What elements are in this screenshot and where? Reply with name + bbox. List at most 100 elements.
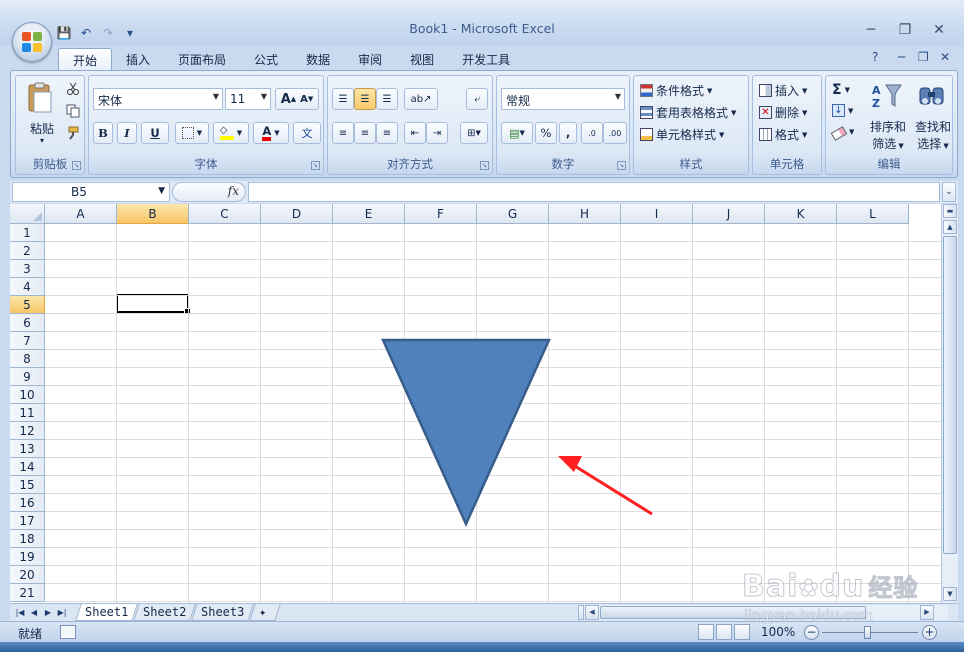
help-icon[interactable]: ? [872, 50, 878, 68]
tab-home[interactable]: 开始 [58, 48, 113, 70]
underline-button[interactable]: U [141, 122, 169, 144]
zoom-out-button[interactable]: − [804, 625, 819, 640]
insert-function-button[interactable]: fx [172, 182, 246, 202]
find-select-button[interactable]: 查找和 选择 ▼ [912, 118, 954, 152]
delete-cells-button[interactable]: ✕ 删除 ▼ [759, 104, 807, 121]
bold-button[interactable]: B [93, 122, 113, 144]
font-size-select[interactable]: 11 ▼ [225, 88, 271, 110]
paste-button[interactable]: 粘贴 [22, 120, 62, 137]
cell-styles-button[interactable]: 单元格样式 ▼ [640, 126, 724, 143]
borders-button[interactable]: ▼ [175, 122, 209, 144]
split-box-icon[interactable]: ▬ [943, 204, 957, 218]
last-sheet-icon[interactable]: ▶| [56, 606, 68, 619]
page-break-view-icon[interactable] [734, 624, 750, 640]
name-box-dropdown-icon[interactable]: ▼ [158, 186, 165, 196]
decrease-indent-button[interactable]: ⇤ [404, 122, 426, 144]
scroll-left-icon[interactable]: ◀ [585, 605, 599, 620]
tab-developer[interactable]: 开发工具 [448, 48, 524, 70]
redo-icon[interactable]: ↷ [100, 25, 116, 41]
tab-formulas[interactable]: 公式 [240, 48, 292, 70]
tab-review[interactable]: 审阅 [344, 48, 396, 70]
sheet-tab-3[interactable]: Sheet3 [191, 604, 255, 621]
name-box[interactable]: B5 ▼ [12, 182, 170, 202]
maximize-button[interactable]: ❐ [888, 18, 922, 42]
macro-record-icon[interactable] [60, 625, 76, 639]
autosum-button[interactable]: Σ ▼ [832, 82, 850, 98]
tab-data[interactable]: 数据 [292, 48, 344, 70]
fill-button[interactable]: ↓ ▼ [832, 104, 853, 117]
clear-button[interactable]: ▼ [830, 126, 854, 141]
format-cells-button[interactable]: 格式 ▼ [759, 126, 807, 143]
font-launcher-icon[interactable]: ↘ [311, 161, 320, 170]
phonetic-button[interactable]: 文 [293, 122, 321, 144]
orientation-button[interactable]: ab↗ [404, 88, 438, 110]
font-name-select[interactable]: 宋体 ▼ [93, 88, 223, 110]
horizontal-scrollbar[interactable]: ◀ ▶ [578, 605, 948, 620]
format-painter-icon[interactable] [66, 126, 80, 140]
tab-page-layout[interactable]: 页面布局 [164, 48, 240, 70]
zoom-in-button[interactable]: + [922, 625, 937, 640]
accounting-format-button[interactable]: ▤ ▼ [501, 122, 533, 144]
increase-indent-button[interactable]: ⇥ [426, 122, 448, 144]
expand-formula-bar-icon[interactable]: ⌄ [942, 182, 956, 202]
tab-insert[interactable]: 插入 [112, 48, 164, 70]
scroll-down-icon[interactable]: ▼ [943, 587, 957, 601]
customize-qat-icon[interactable]: ▾ [122, 25, 138, 41]
clipboard-launcher-icon[interactable]: ↘ [72, 161, 81, 170]
font-grow-shrink-button[interactable]: A ▲ A ▼ [275, 88, 319, 110]
vertical-scrollbar[interactable]: ▬ ▲ ▼ [941, 204, 958, 603]
hsplit-box-icon[interactable] [578, 605, 584, 620]
vertical-scroll-thumb[interactable] [943, 236, 957, 554]
copy-icon[interactable] [66, 104, 80, 118]
number-format-select[interactable]: 常规 ▼ [501, 88, 625, 110]
align-right-button[interactable]: ≡ [376, 122, 398, 144]
italic-button[interactable]: I [117, 122, 137, 144]
minimize-button[interactable]: ─ [854, 18, 888, 42]
align-center-button[interactable]: ≡ [354, 122, 376, 144]
tab-view[interactable]: 视图 [396, 48, 448, 70]
first-sheet-icon[interactable]: |◀ [14, 606, 26, 619]
paste-dropdown-icon[interactable]: ▾ [22, 136, 62, 145]
horizontal-scroll-thumb[interactable] [600, 606, 866, 619]
merge-center-button[interactable]: ⊞ ▼ [460, 122, 488, 144]
worksheet-grid[interactable]: A B C D E F G H I J K L 1 2 3 4 5 6 7 8 9 10 11 12 13 14 15 16 17 18 1… [10, 204, 941, 603]
cut-icon[interactable] [66, 82, 80, 96]
font-color-button[interactable]: A ▼ [253, 122, 289, 144]
undo-icon[interactable]: ↶ [78, 25, 94, 41]
page-layout-view-icon[interactable] [716, 624, 732, 640]
sheet-tab-2[interactable]: Sheet2 [133, 604, 197, 621]
zoom-level[interactable]: 100% [761, 625, 795, 639]
align-bottom-button[interactable]: ☰ [376, 88, 398, 110]
office-button[interactable] [12, 22, 52, 62]
percent-button[interactable]: % [535, 122, 557, 144]
number-launcher-icon[interactable]: ↘ [617, 161, 626, 170]
scroll-up-icon[interactable]: ▲ [943, 220, 957, 234]
align-left-button[interactable]: ≡ [332, 122, 354, 144]
increase-decimal-button[interactable]: .0 [581, 122, 603, 144]
format-as-table-button[interactable]: 套用表格格式 ▼ [640, 104, 736, 121]
wrap-text-button[interactable]: ⤶ [466, 88, 488, 110]
insert-sheet-tab[interactable]: ✦ [249, 604, 281, 621]
scroll-right-icon[interactable]: ▶ [920, 605, 934, 620]
align-top-button[interactable]: ☰ [332, 88, 354, 110]
insert-cells-button[interactable]: 插入 ▼ [759, 82, 807, 99]
sort-filter-button[interactable]: 排序和 筛选 ▼ [866, 118, 910, 152]
inverted-triangle-shape[interactable] [381, 338, 551, 528]
zoom-slider-thumb[interactable] [864, 626, 871, 639]
sheet-tab-1[interactable]: Sheet1 [75, 604, 139, 621]
alignment-launcher-icon[interactable]: ↘ [480, 161, 489, 170]
comma-button[interactable]: , [559, 122, 577, 144]
close-button[interactable]: ✕ [922, 18, 956, 42]
decrease-decimal-button[interactable]: .00 [603, 122, 627, 144]
save-icon[interactable]: 💾 [56, 25, 72, 41]
fill-color-button[interactable]: ◇ ▼ [213, 122, 249, 144]
workbook-close-icon[interactable]: ✕ [940, 50, 950, 68]
align-middle-button[interactable]: ☰ [354, 88, 376, 110]
next-sheet-icon[interactable]: ▶ [42, 606, 54, 619]
ribbon-restore-icon[interactable]: ❐ [918, 50, 929, 68]
prev-sheet-icon[interactable]: ◀ [28, 606, 40, 619]
conditional-format-button[interactable]: 条件格式 ▼ [640, 82, 712, 99]
ribbon-minimize-icon[interactable]: ─ [898, 50, 905, 68]
normal-view-icon[interactable] [698, 624, 714, 640]
formula-input[interactable] [248, 182, 940, 202]
